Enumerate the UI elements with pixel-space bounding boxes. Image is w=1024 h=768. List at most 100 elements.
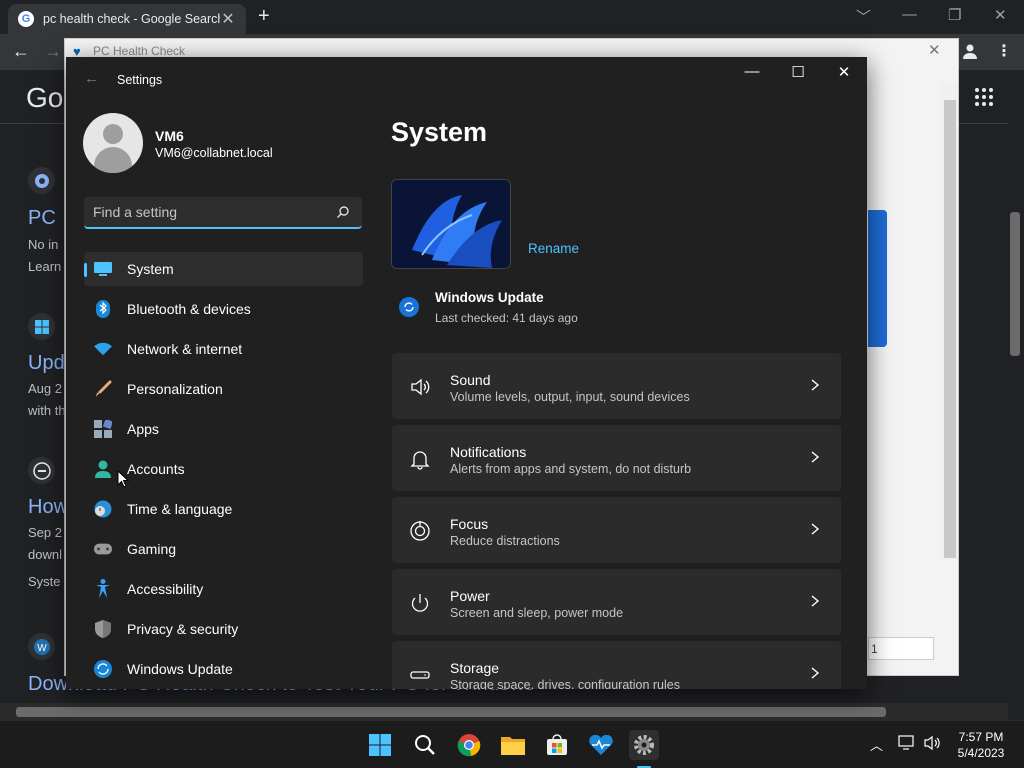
google-apps-icon[interactable] <box>975 88 993 106</box>
nav-item-gaming[interactable]: Gaming <box>84 532 363 566</box>
clock[interactable]: 7:57 PM 5/4/2023 <box>950 729 1012 761</box>
nav-item-system[interactable]: System <box>84 252 363 286</box>
clock-time: 7:57 PM <box>958 730 1004 744</box>
card-notifications[interactable]: Notifications Alerts from apps and syste… <box>392 425 841 491</box>
result-favicon-icon <box>28 167 55 194</box>
profile-icon[interactable] <box>962 43 978 59</box>
page-scrollbar[interactable] <box>1008 70 1024 703</box>
pc-health-field[interactable]: 1 <box>868 637 934 660</box>
pc-health-scrollbar-thumb[interactable] <box>944 100 956 558</box>
chevron-right-icon <box>811 595 820 607</box>
card-power[interactable]: Power Screen and sleep, power mode <box>392 569 841 635</box>
nav-item-windows-update[interactable]: Windows Update <box>84 652 363 686</box>
focus-icon <box>410 521 430 541</box>
shield-icon <box>94 620 112 638</box>
nav-item-bluetooth[interactable]: Bluetooth & devices <box>84 292 363 326</box>
nav-item-accessibility[interactable]: Accessibility <box>84 572 363 606</box>
desktop: G pc health check - Google Search ✕ + ﹀ … <box>0 0 1024 768</box>
file-explorer-taskbar-button[interactable] <box>498 730 528 760</box>
browser-restore-button[interactable]: ❐ <box>948 6 961 24</box>
pc-health-check-icon <box>589 735 613 755</box>
nav-item-label: Apps <box>127 421 159 437</box>
result-snippet: with th <box>28 403 66 418</box>
browser-minimize-button[interactable]: — <box>902 6 917 23</box>
windows-update-status-icon[interactable] <box>399 297 419 317</box>
card-subtitle: Reduce distractions <box>450 534 560 548</box>
nav-item-label: Gaming <box>127 541 177 557</box>
tab-search-icon[interactable]: ﹀ <box>856 6 871 27</box>
settings-maximize-button[interactable]: ☐ <box>783 63 813 81</box>
nav-item-label: Accounts <box>127 461 185 477</box>
time-language-icon <box>94 500 112 518</box>
bluetooth-icon <box>94 300 112 318</box>
chevron-right-icon <box>811 451 820 463</box>
page-title: System <box>391 117 488 147</box>
settings-search-input[interactable] <box>93 203 323 221</box>
result-snippet: Aug 2 <box>28 381 62 396</box>
settings-window: ← Settings — ☐ ✕ VM6 VM6@collabnet.local… <box>66 57 867 689</box>
store-taskbar-button[interactable] <box>542 730 572 760</box>
settings-search-box[interactable] <box>84 197 362 229</box>
horizontal-scrollbar-thumb[interactable] <box>16 707 886 717</box>
pc-health-check-taskbar-button[interactable] <box>586 730 616 760</box>
taskbar: ︿ 7:57 PM 5/4/2023 <box>0 720 1024 768</box>
gamepad-icon <box>94 540 112 558</box>
brush-icon <box>94 380 112 398</box>
settings-close-button[interactable]: ✕ <box>829 63 859 81</box>
card-storage[interactable]: Storage Storage space, drives, configura… <box>392 641 841 689</box>
result-title[interactable]: PC <box>28 207 56 230</box>
card-subtitle: Volume levels, output, input, sound devi… <box>450 390 690 404</box>
page-scrollbar-thumb[interactable] <box>1010 212 1020 356</box>
result-title[interactable]: Upd <box>28 352 65 375</box>
chrome-icon <box>457 734 481 757</box>
windows-update-icon <box>94 660 112 678</box>
pc-health-close-button[interactable]: ✕ <box>928 41 941 59</box>
chevron-right-icon <box>811 523 820 535</box>
store-icon <box>547 734 567 755</box>
result-title[interactable]: How <box>28 496 68 519</box>
settings-titlebar[interactable]: ← Settings — ☐ ✕ <box>66 57 867 103</box>
new-tab-button[interactable]: + <box>258 6 270 26</box>
google-logo[interactable]: Go <box>26 82 63 114</box>
nav-item-time-language[interactable]: Time & language <box>84 492 363 526</box>
nav-item-personalization[interactable]: Personalization <box>84 372 363 406</box>
tray-chevron-icon[interactable]: ︿ <box>870 735 883 754</box>
card-sound[interactable]: Sound Volume levels, output, input, soun… <box>392 353 841 419</box>
network-icon[interactable] <box>898 735 916 751</box>
card-title: Sound <box>450 372 491 388</box>
card-subtitle: Screen and sleep, power mode <box>450 606 624 620</box>
speaker-icon <box>411 378 430 396</box>
settings-taskbar-button[interactable] <box>629 730 659 760</box>
forward-button[interactable]: → <box>44 41 62 62</box>
volume-icon[interactable] <box>923 735 941 751</box>
desktop-wallpaper-preview <box>391 179 511 269</box>
settings-icon <box>634 735 654 755</box>
card-focus[interactable]: Focus Reduce distractions <box>392 497 841 563</box>
browser-tab-title: pc health check - Google Search <box>43 12 220 26</box>
windows-update-title[interactable]: Windows Update <box>435 290 544 305</box>
avatar[interactable] <box>83 113 143 173</box>
tab-close-icon[interactable]: ✕ <box>220 9 236 29</box>
browser-menu-button[interactable]: ⋮ <box>996 41 1012 61</box>
power-icon <box>411 594 429 612</box>
start-button[interactable] <box>365 730 395 760</box>
chrome-taskbar-button[interactable] <box>454 730 484 760</box>
nav-item-network[interactable]: Network & internet <box>84 332 363 366</box>
browser-tab[interactable]: G pc health check - Google Search ✕ <box>8 4 246 34</box>
back-button[interactable]: ← <box>12 41 30 62</box>
search-icon[interactable] <box>336 205 350 219</box>
nav-item-label: Accessibility <box>127 581 204 597</box>
nav-item-label: Network & internet <box>127 341 243 357</box>
browser-close-button[interactable]: ✕ <box>994 6 1007 24</box>
search-icon <box>415 735 435 755</box>
user-email: VM6@collabnet.local <box>155 146 273 160</box>
settings-back-button[interactable]: ← <box>84 70 99 87</box>
system-icon <box>94 260 112 278</box>
nav-item-privacy[interactable]: Privacy & security <box>84 612 363 646</box>
rename-link[interactable]: Rename <box>528 241 579 256</box>
nav-item-apps[interactable]: Apps <box>84 412 363 446</box>
taskbar-search-button[interactable] <box>410 730 440 760</box>
chevron-right-icon <box>811 379 820 391</box>
settings-minimize-button[interactable]: — <box>737 63 767 80</box>
settings-cards: Sound Volume levels, output, input, soun… <box>392 353 841 689</box>
